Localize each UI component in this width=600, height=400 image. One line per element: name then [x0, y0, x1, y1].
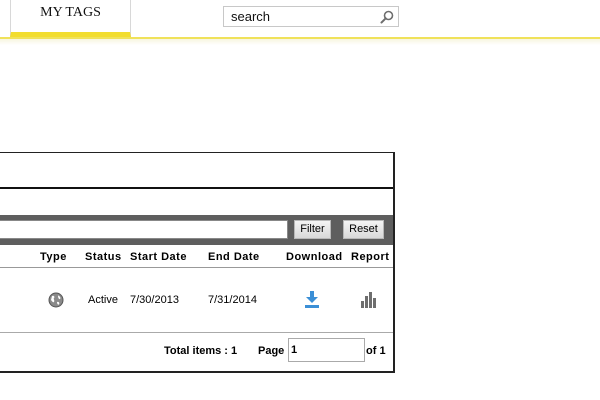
header-divider [0, 267, 393, 268]
total-items-label: Total items : 1 [164, 345, 238, 357]
column-header-type[interactable]: Type [40, 251, 67, 263]
top-nav: MY TAGS [0, 0, 600, 39]
filter-input[interactable] [0, 220, 288, 239]
column-header-report: Report [351, 251, 390, 263]
reset-button[interactable]: Reset [343, 220, 384, 239]
panel-header-divider [0, 187, 393, 189]
search-box [223, 6, 399, 27]
page-count-label: of 1 [366, 345, 386, 357]
filter-button[interactable]: Filter [294, 220, 331, 239]
row-divider [0, 332, 393, 333]
search-input[interactable] [224, 7, 381, 26]
nav-shadow [0, 39, 600, 45]
column-header-download: Download [286, 251, 343, 263]
globe-icon [48, 292, 64, 308]
page-number-input[interactable] [288, 338, 365, 362]
column-header-status[interactable]: Status [85, 251, 122, 263]
download-icon[interactable] [304, 291, 320, 308]
tags-panel: Filter Reset Type Status Start Date End … [0, 152, 395, 373]
bar-chart-icon[interactable] [361, 292, 378, 308]
search-icon[interactable] [379, 9, 395, 25]
filter-bar: Filter Reset [0, 215, 393, 245]
status-cell: Active [88, 294, 118, 306]
tab-my-tags[interactable]: MY TAGS [10, 0, 131, 37]
start-date-cell: 7/30/2013 [130, 294, 179, 306]
page-label: Page [258, 345, 285, 357]
end-date-cell: 7/31/2014 [208, 294, 257, 306]
column-header-start-date[interactable]: Start Date [130, 251, 187, 263]
column-header-end-date[interactable]: End Date [208, 251, 260, 263]
